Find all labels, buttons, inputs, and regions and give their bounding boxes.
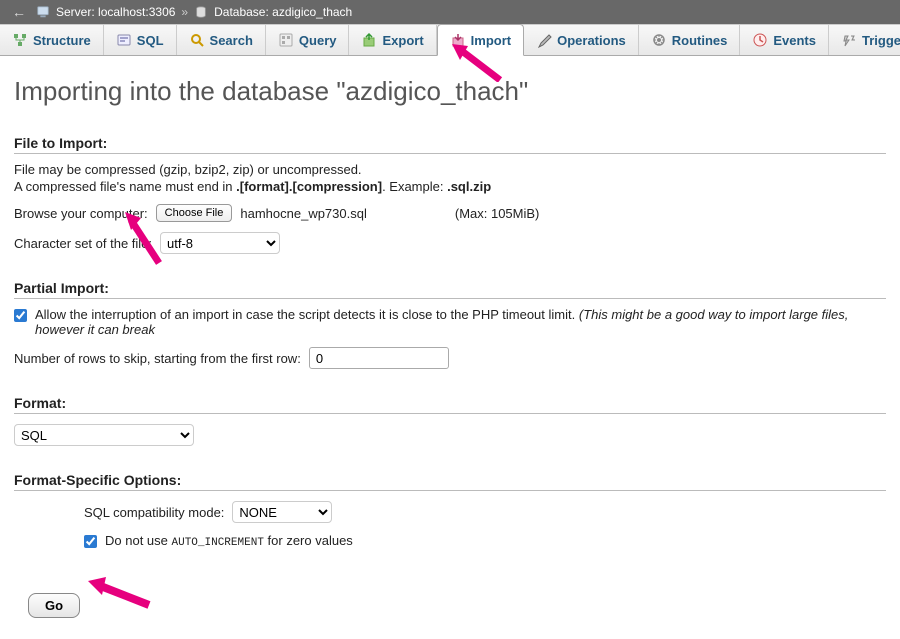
search-icon	[189, 32, 205, 48]
section-format-options: Format-Specific Options: SQL compatibili…	[14, 472, 886, 549]
section-heading: Format-Specific Options:	[14, 472, 886, 488]
no-autoincrement-label: Do not use auto_increment for zero value…	[105, 533, 353, 549]
tab-label: Query	[299, 33, 337, 48]
routines-icon	[651, 32, 667, 48]
section-partial-import: Partial Import: Allow the interruption o…	[14, 280, 886, 369]
tab-label: Operations	[557, 33, 626, 48]
section-heading: File to Import:	[14, 135, 886, 151]
tab-label: SQL	[137, 33, 164, 48]
sql-compat-select[interactable]: NONE	[232, 501, 332, 523]
back-arrow[interactable]: ←	[8, 4, 30, 20]
query-icon	[278, 32, 294, 48]
section-heading: Format:	[14, 395, 886, 411]
export-icon	[361, 32, 377, 48]
max-size-label: (Max: 105MiB)	[455, 206, 540, 221]
tab-label: Events	[773, 33, 816, 48]
tab-label: Export	[382, 33, 423, 48]
tab-label: Triggers	[862, 33, 900, 48]
hint-compression: File may be compressed (gzip, bzip2, zip…	[14, 162, 886, 177]
go-button[interactable]: Go	[28, 593, 80, 618]
sql-icon	[116, 32, 132, 48]
tab-label: Structure	[33, 33, 91, 48]
allow-interrupt-label: Allow the interruption of an import in c…	[35, 307, 886, 337]
breadcrumb-separator: »	[181, 5, 188, 19]
events-icon	[752, 32, 768, 48]
tab-sql[interactable]: SQL	[104, 25, 177, 55]
tab-query[interactable]: Query	[266, 25, 350, 55]
browse-label: Browse your computer:	[14, 206, 148, 221]
tab-events[interactable]: Events	[740, 25, 829, 55]
section-format: Format: SQL	[14, 395, 886, 446]
tab-label: Routines	[672, 33, 728, 48]
server-icon	[36, 5, 50, 19]
operations-icon	[536, 32, 552, 48]
tab-routines[interactable]: Routines	[639, 25, 741, 55]
skip-rows-label: Number of rows to skip, starting from th…	[14, 351, 301, 366]
charset-select[interactable]: utf-8	[160, 232, 280, 254]
skip-rows-input[interactable]	[309, 347, 449, 369]
format-select[interactable]: SQL	[14, 424, 194, 446]
charset-label: Character set of the file:	[14, 236, 152, 251]
tab-bar: Structure SQL Search Query Export Import…	[0, 24, 900, 56]
no-autoincrement-checkbox[interactable]	[84, 535, 97, 548]
choose-file-button[interactable]: Choose File	[156, 204, 233, 222]
sql-compat-label: SQL compatibility mode:	[84, 505, 224, 520]
tab-triggers[interactable]: Triggers	[829, 25, 900, 55]
triggers-icon	[841, 32, 857, 48]
import-icon	[450, 32, 466, 48]
tab-operations[interactable]: Operations	[524, 25, 639, 55]
section-file-to-import: File to Import: File may be compressed (…	[14, 135, 886, 254]
structure-icon	[12, 32, 28, 48]
divider	[14, 413, 886, 414]
tab-export[interactable]: Export	[349, 25, 436, 55]
tab-import[interactable]: Import	[437, 24, 524, 56]
hint-naming: A compressed file's name must end in .[f…	[14, 179, 886, 194]
tab-label: Import	[471, 33, 511, 48]
divider	[14, 490, 886, 491]
database-label: Database: azdigico_thach	[214, 5, 352, 19]
page-title: Importing into the database "azdigico_th…	[14, 76, 886, 107]
divider	[14, 153, 886, 154]
section-heading: Partial Import:	[14, 280, 886, 296]
tab-structure[interactable]: Structure	[0, 25, 104, 55]
selected-filename: hamhocne_wp730.sql	[240, 206, 366, 221]
breadcrumb: ← Server: localhost:3306 » Database: azd…	[0, 0, 900, 24]
tab-label: Search	[210, 33, 253, 48]
server-label: Server: localhost:3306	[56, 5, 175, 19]
database-icon	[194, 5, 208, 19]
annotation-arrow-go	[84, 573, 154, 613]
allow-interrupt-checkbox[interactable]	[14, 309, 27, 322]
tab-search[interactable]: Search	[177, 25, 266, 55]
divider	[14, 298, 886, 299]
